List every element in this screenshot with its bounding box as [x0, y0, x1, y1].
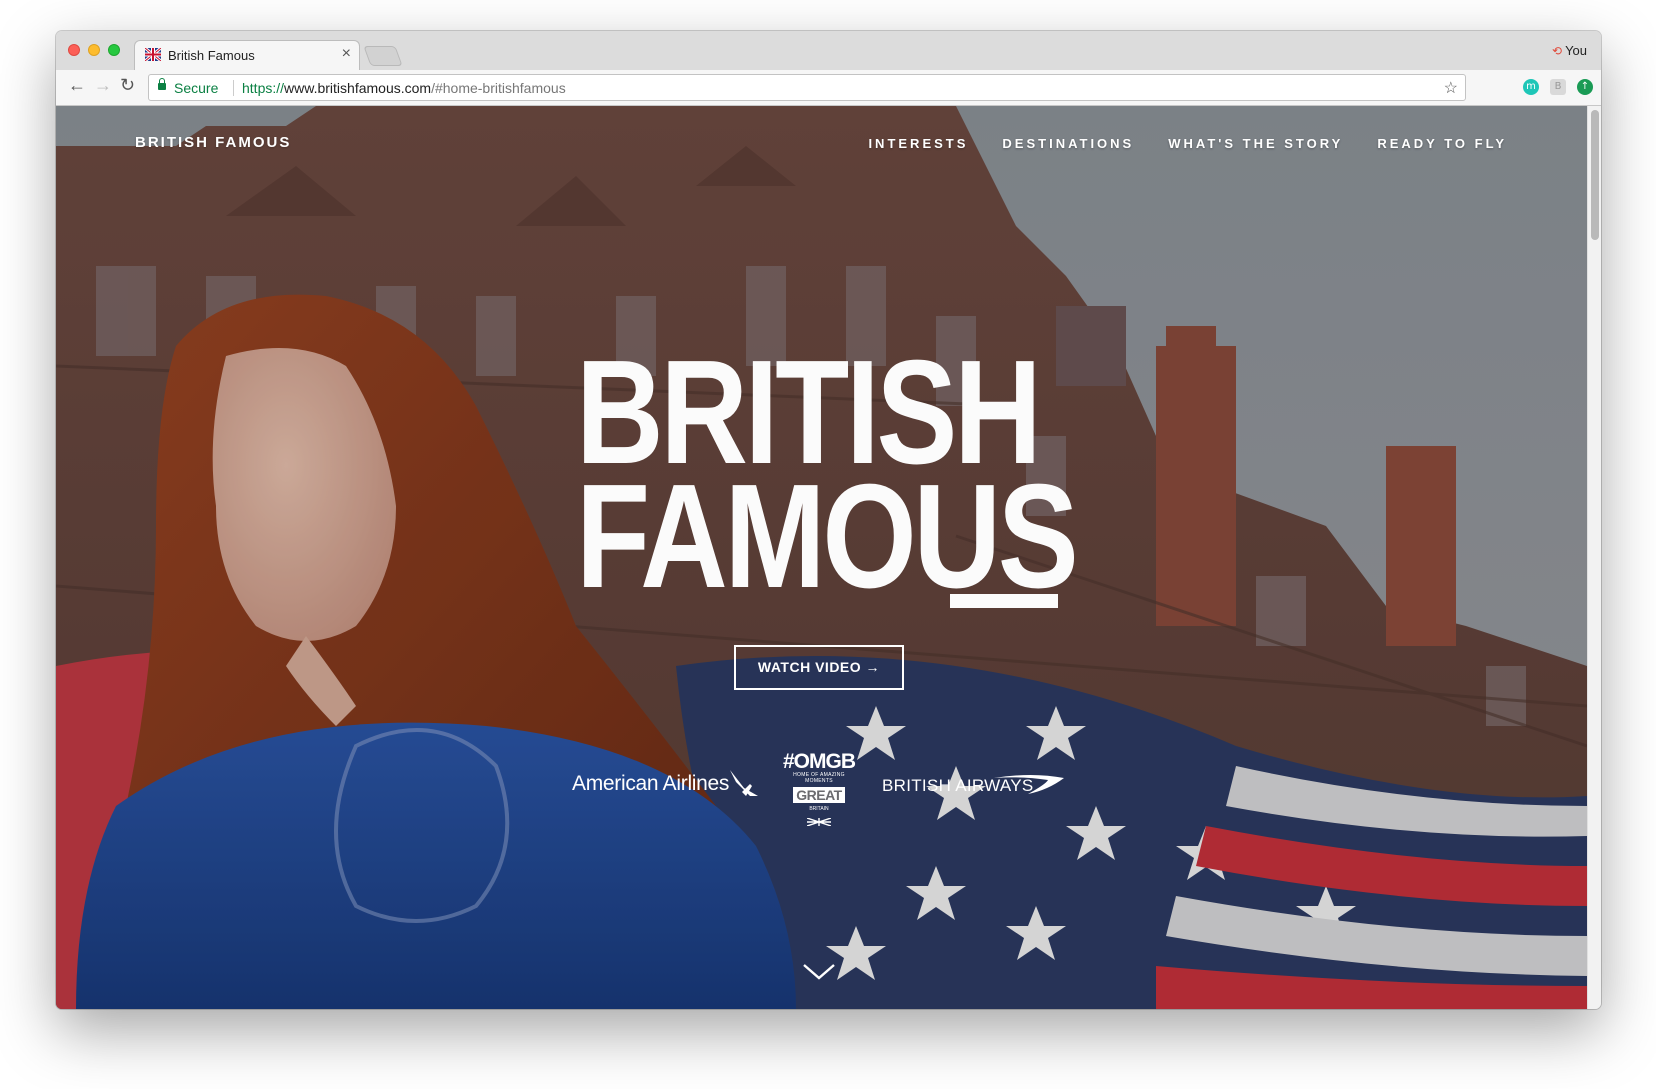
main-nav: INTERESTS DESTINATIONS WHAT'S THE STORY … — [868, 136, 1507, 151]
nav-ready-to-fly[interactable]: READY TO FLY — [1377, 136, 1507, 151]
partner-logos: American Airlines #OMGB HOME OF AMAZING … — [56, 746, 1587, 826]
url-scheme: https:// — [242, 80, 285, 96]
page-viewport: BRITISH FAMOUS INTERESTS DESTINATIONS WH… — [56, 106, 1587, 1009]
secure-label: Secure — [174, 80, 219, 96]
british-airways-speedmarque-icon — [994, 775, 1064, 794]
tab-title: British Famous — [168, 48, 255, 63]
browser-window: British Famous × ⟲ You ← → ↻ Secure https… — [56, 31, 1601, 1009]
omgb-great-britain-logo[interactable]: #OMGB HOME OF AMAZING MOMENTS GREAT BRIT… — [782, 750, 856, 812]
scrollbar-thumb[interactable] — [1591, 110, 1599, 240]
union-jack-icon — [807, 818, 831, 826]
profile-name: You — [1565, 43, 1587, 58]
new-tab-button[interactable] — [363, 46, 403, 66]
omgb-hashtag: #OMGB — [782, 750, 856, 773]
britain-label: BRITAIN — [809, 806, 829, 812]
hero-headline-line2: FAMOUS — [576, 454, 1079, 619]
extension-b-icon[interactable]: B — [1550, 79, 1566, 95]
american-airlines-logo[interactable]: American Airlines — [572, 772, 729, 796]
american-airlines-eagle-icon — [730, 770, 758, 796]
browser-tab[interactable]: British Famous × — [134, 40, 360, 71]
browser-toolbar: ← → ↻ Secure https://www.britishfamous.c… — [56, 70, 1601, 106]
forward-arrow-icon[interactable]: → — [94, 76, 112, 94]
extension-up-icon[interactable]: ↑ — [1577, 79, 1593, 95]
watch-video-button[interactable]: WATCH VIDEO → — [734, 645, 904, 690]
close-window-button[interactable] — [68, 44, 80, 56]
reload-icon[interactable]: ↻ — [120, 76, 135, 94]
chevron-down-icon[interactable] — [802, 963, 836, 981]
hero-headline: BRITISH FAMOUS — [576, 339, 1079, 619]
url-path: /#home-britishfamous — [431, 80, 566, 96]
zoom-window-button[interactable] — [108, 44, 120, 56]
extension-m-icon[interactable]: m — [1523, 79, 1539, 95]
star-icon[interactable]: ☆ — [1444, 78, 1458, 98]
omnibox-divider — [233, 80, 234, 96]
profile-icon: ⟲ — [1552, 44, 1563, 58]
address-bar[interactable]: Secure https://www.britishfamous.com/#ho… — [148, 74, 1466, 101]
scrollbar[interactable] — [1587, 106, 1601, 1009]
url-text[interactable]: https://www.britishfamous.com/#home-brit… — [242, 80, 566, 96]
site-logo-link[interactable]: BRITISH FAMOUS — [135, 134, 291, 151]
union-jack-icon — [145, 48, 161, 61]
nav-whats-the-story[interactable]: WHAT'S THE STORY — [1168, 136, 1343, 151]
profile-button[interactable]: ⟲ You — [1552, 43, 1587, 58]
close-tab-icon[interactable]: × — [342, 46, 351, 62]
tab-strip: British Famous × ⟲ You — [56, 31, 1601, 71]
nav-interests[interactable]: INTERESTS — [868, 136, 968, 151]
great-badge: GREAT — [793, 787, 845, 803]
nav-destinations[interactable]: DESTINATIONS — [1002, 136, 1134, 151]
back-arrow-icon[interactable]: ← — [68, 76, 86, 94]
url-host: www.britishfamous.com — [284, 80, 432, 96]
minimize-window-button[interactable] — [88, 44, 100, 56]
headline-underline — [950, 594, 1058, 608]
lock-icon — [158, 78, 166, 90]
